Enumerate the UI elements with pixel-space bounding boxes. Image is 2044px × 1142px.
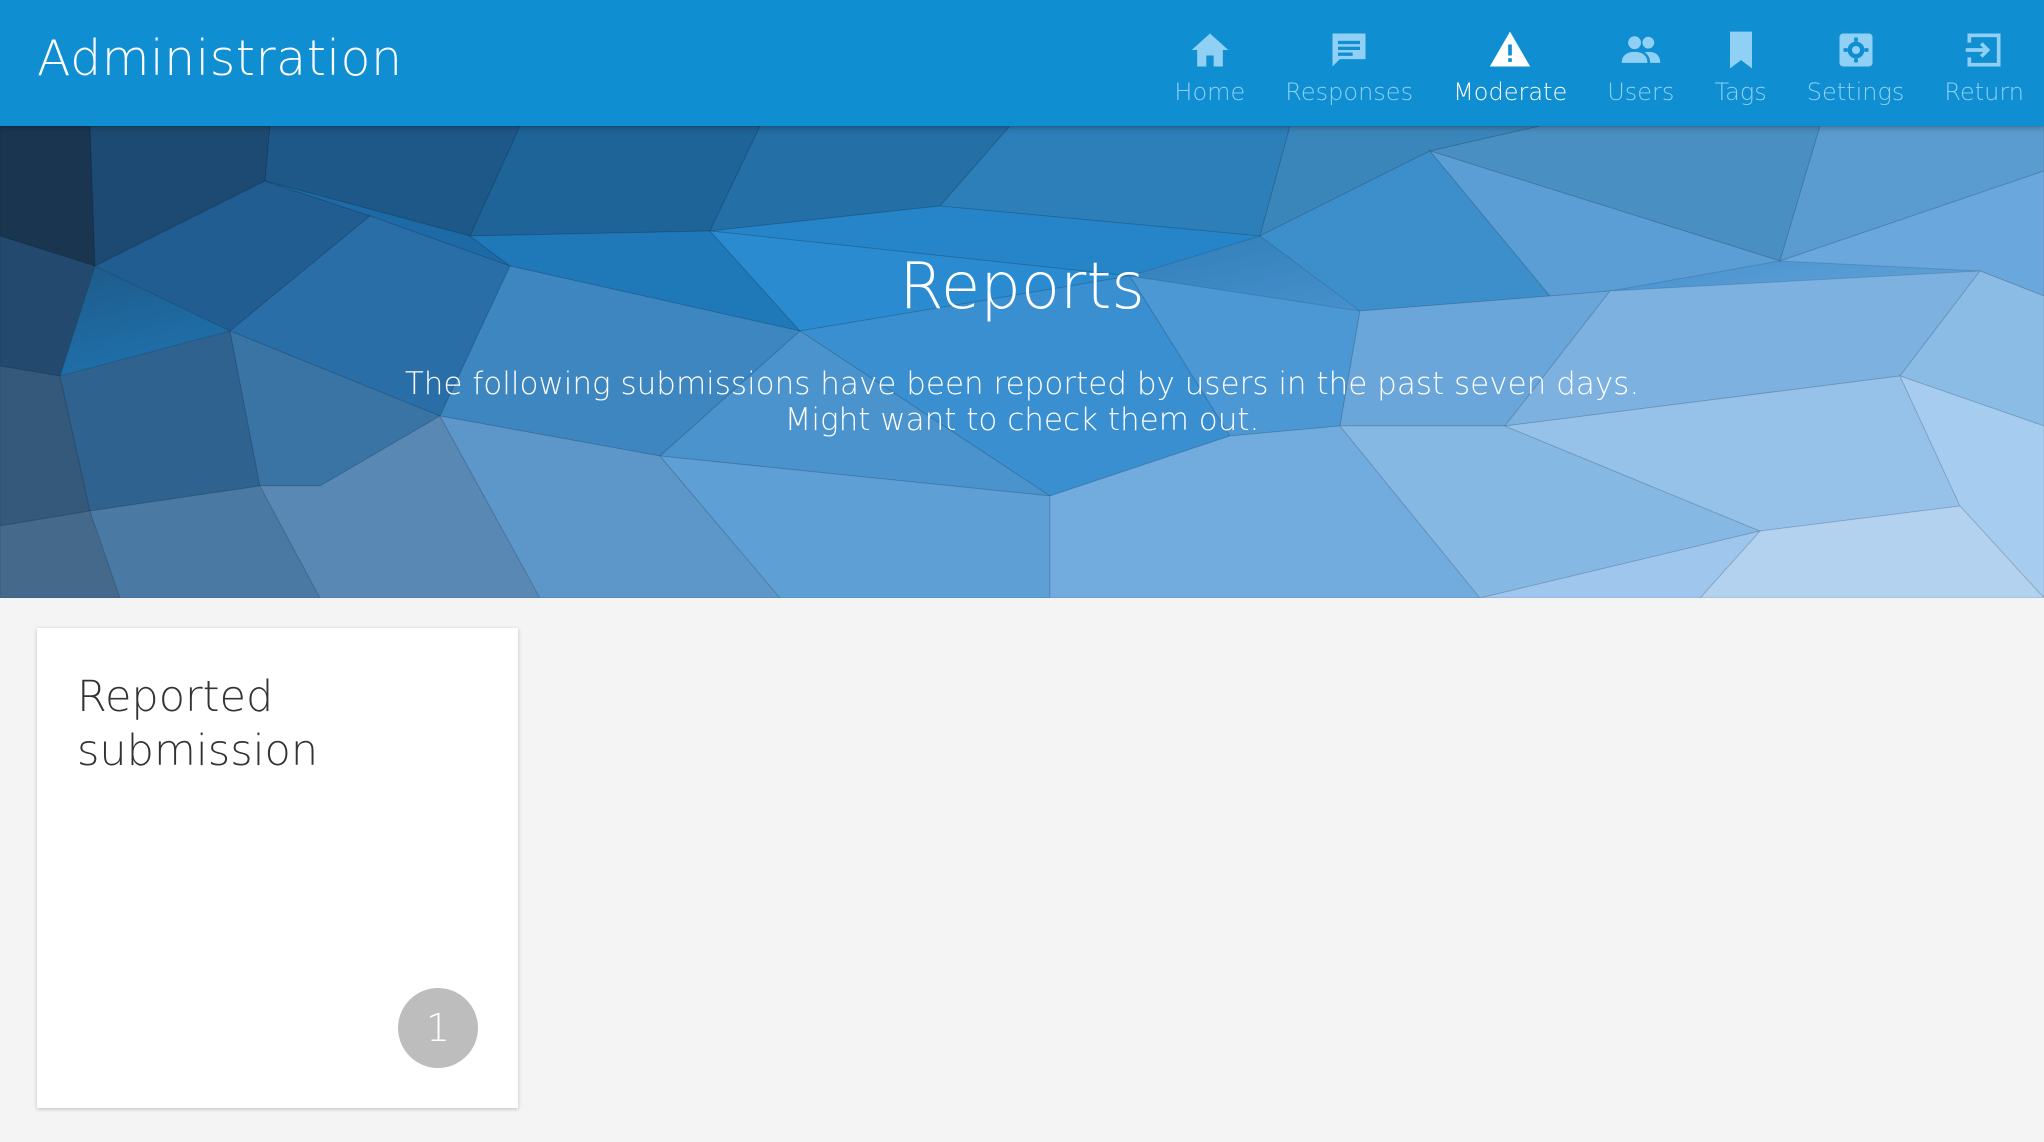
nav-item-label: Responses: [1285, 78, 1414, 106]
nav-item-label: Tags: [1714, 78, 1767, 106]
report-count-badge: 1: [398, 988, 478, 1068]
warning-icon: [1488, 28, 1532, 72]
low-poly-background: [0, 126, 2044, 598]
report-card[interactable]: Reported submission 1: [37, 628, 518, 1108]
home-icon: [1188, 28, 1232, 72]
exit-icon: [1962, 28, 2006, 72]
nav-item-label: Home: [1174, 78, 1246, 106]
nav-item-return[interactable]: Return: [1924, 0, 2044, 126]
nav-item-users[interactable]: Users: [1587, 0, 1694, 126]
nav-item-tags[interactable]: Tags: [1694, 0, 1786, 126]
nav-item-label: Users: [1607, 78, 1675, 106]
card-title: Reported submission: [77, 672, 319, 776]
nav-item-home[interactable]: Home: [1154, 0, 1265, 126]
hero-banner: Reports The following submissions have b…: [0, 126, 2044, 598]
main-nav: Home Responses Moderate Users Tags Setti…: [1154, 0, 2044, 126]
bookmark-icon: [1719, 28, 1763, 72]
nav-item-moderate[interactable]: Moderate: [1433, 0, 1587, 126]
page-title: Reports: [899, 250, 1145, 324]
app-title: Administration: [37, 30, 403, 87]
nav-item-settings[interactable]: Settings: [1787, 0, 1925, 126]
nav-item-responses[interactable]: Responses: [1265, 0, 1433, 126]
chat-icon: [1327, 28, 1371, 72]
users-icon: [1619, 28, 1663, 72]
top-navigation-bar: Administration Home Responses Moderate U…: [0, 0, 2044, 126]
nav-item-label: Return: [1944, 78, 2024, 106]
gear-icon: [1834, 28, 1878, 72]
nav-item-label: Moderate: [1453, 78, 1568, 106]
nav-item-label: Settings: [1806, 78, 1905, 106]
page-description: The following submissions have been repo…: [404, 366, 1640, 438]
